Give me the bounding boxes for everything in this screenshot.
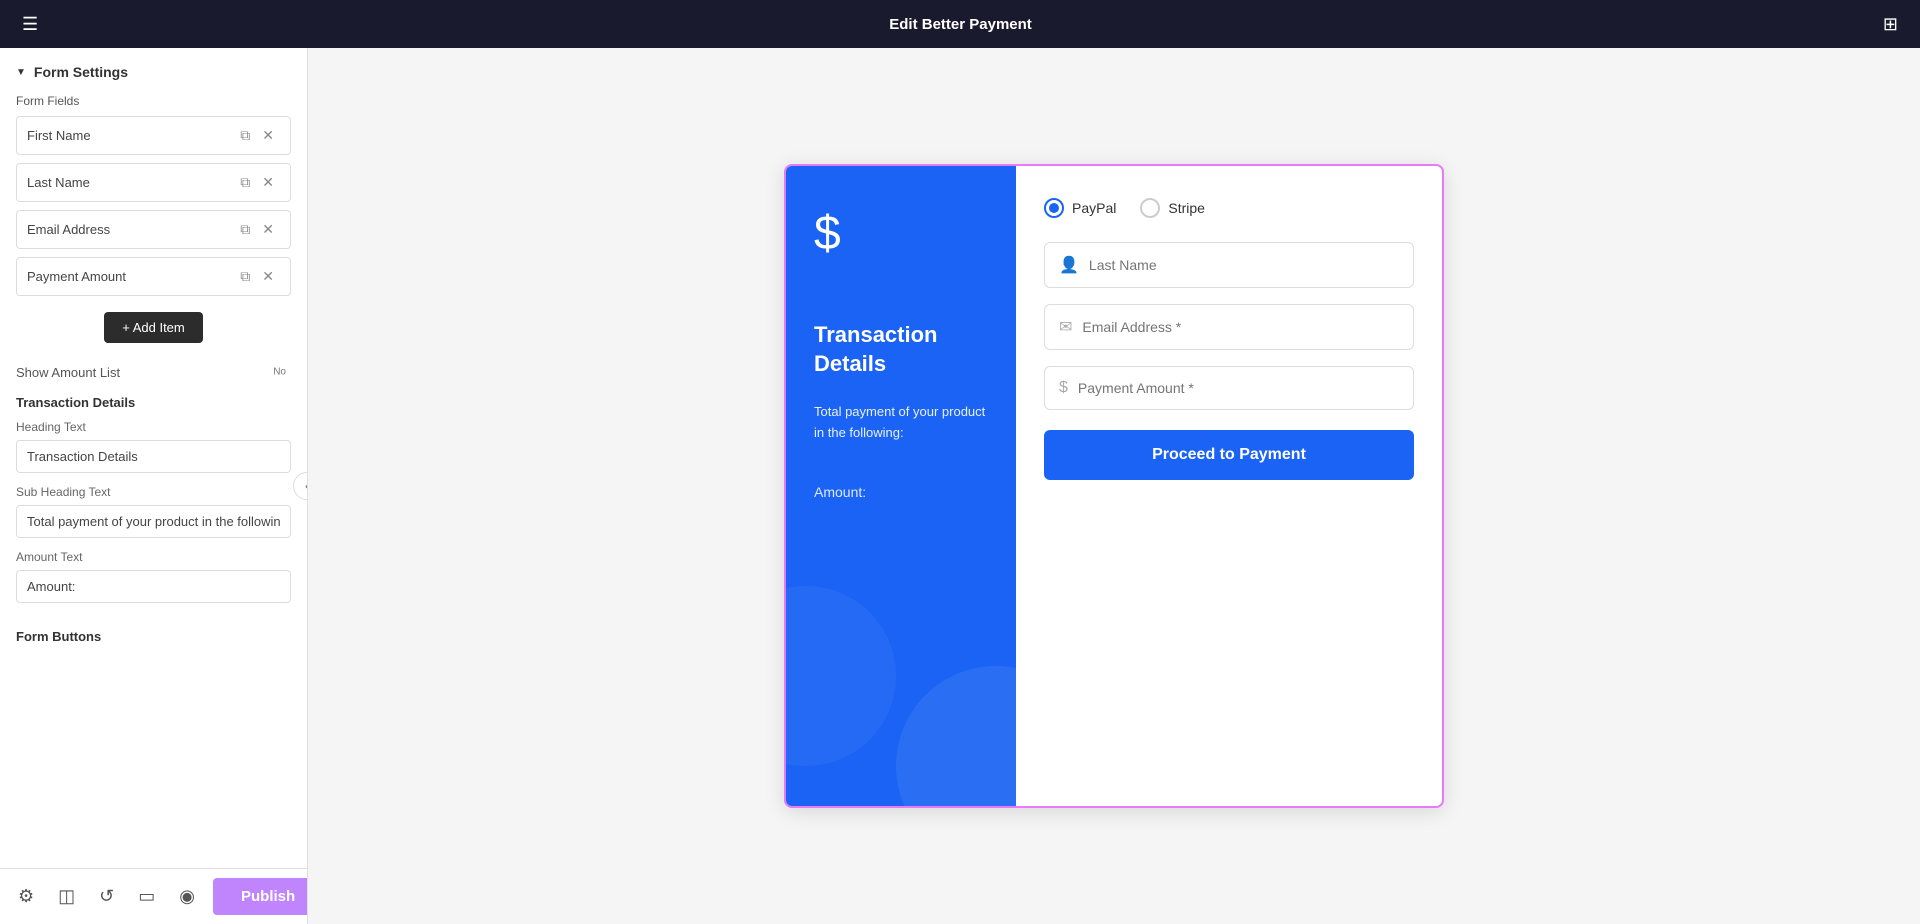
payment-methods: PayPal Stripe <box>1044 198 1414 218</box>
preview-area: $ Transaction Details Total payment of y… <box>308 48 1920 924</box>
sub-heading-text-input[interactable] <box>16 505 291 538</box>
heading-text-input[interactable] <box>16 440 291 473</box>
bottom-bar: ⚙ ◫ ↺ ▭ ◉ Publish ∧ <box>0 868 307 924</box>
amount-label: Amount: <box>814 484 988 500</box>
dollar-icon: $ <box>814 206 988 261</box>
menu-icon[interactable]: ☰ <box>16 8 44 41</box>
form-settings-section: ▼ Form Settings <box>16 64 291 80</box>
stripe-label: Stripe <box>1168 200 1205 216</box>
copy-field-btn[interactable]: ⧉ <box>234 172 256 193</box>
sub-heading-text-label: Sub Heading Text <box>16 485 291 499</box>
field-name: Email Address <box>27 222 234 237</box>
toggle-no-label: No <box>273 367 286 378</box>
field-row: Payment Amount ⧉ ✕ <box>16 257 291 296</box>
payment-card: $ Transaction Details Total payment of y… <box>784 164 1444 808</box>
remove-field-btn[interactable]: ✕ <box>256 125 280 146</box>
email-address-input[interactable] <box>1082 319 1399 335</box>
mail-icon: ✉ <box>1059 317 1072 337</box>
field-name: Payment Amount <box>27 269 234 284</box>
transaction-details-title: Transaction Details <box>16 395 291 410</box>
field-row: Email Address ⧉ ✕ <box>16 210 291 249</box>
amount-text-input[interactable] <box>16 570 291 603</box>
payment-amount-field: $ <box>1044 366 1414 410</box>
settings-icon[interactable]: ⚙ <box>12 880 40 913</box>
field-row: First Name ⧉ ✕ <box>16 116 291 155</box>
paypal-option[interactable]: PayPal <box>1044 198 1116 218</box>
remove-field-btn[interactable]: ✕ <box>256 266 280 287</box>
add-item-button[interactable]: + Add Item <box>104 312 203 343</box>
amount-text-label: Amount Text <box>16 550 291 564</box>
section-arrow: ▼ <box>16 67 26 78</box>
field-row: Last Name ⧉ ✕ <box>16 163 291 202</box>
show-amount-toggle-row: Show Amount List No <box>16 363 291 381</box>
last-name-input[interactable] <box>1089 257 1399 273</box>
card-left-panel: $ Transaction Details Total payment of y… <box>786 166 1016 806</box>
topbar: ☰ Edit Better Payment ⊞ <box>0 0 1920 48</box>
form-settings-label: Form Settings <box>34 64 128 80</box>
form-fields-label: Form Fields <box>16 94 291 108</box>
left-panel: ▼ Form Settings Form Fields First Name ⧉… <box>0 48 308 924</box>
user-icon: 👤 <box>1059 255 1079 275</box>
remove-field-btn[interactable]: ✕ <box>256 172 280 193</box>
last-name-field: 👤 <box>1044 242 1414 288</box>
paypal-radio[interactable] <box>1044 198 1064 218</box>
payment-amount-input[interactable] <box>1078 380 1399 396</box>
stripe-radio[interactable] <box>1140 198 1160 218</box>
email-address-field: ✉ <box>1044 304 1414 350</box>
proceed-to-payment-button[interactable]: Proceed to Payment <box>1044 430 1414 480</box>
remove-field-btn[interactable]: ✕ <box>256 219 280 240</box>
history-icon[interactable]: ↺ <box>93 880 120 913</box>
show-amount-label: Show Amount List <box>16 365 120 380</box>
grid-icon[interactable]: ⊞ <box>1877 8 1904 41</box>
dollar-field-icon: $ <box>1059 379 1068 397</box>
copy-field-btn[interactable]: ⧉ <box>234 125 256 146</box>
field-name: Last Name <box>27 175 234 190</box>
paypal-label: PayPal <box>1072 200 1116 216</box>
page-title: Edit Better Payment <box>60 16 1861 33</box>
publish-button[interactable]: Publish <box>213 878 308 915</box>
heading-text-label: Heading Text <box>16 420 291 434</box>
panel-scroll: ▼ Form Settings Form Fields First Name ⧉… <box>0 48 307 868</box>
card-right-panel: PayPal Stripe 👤 ✉ <box>1016 166 1442 806</box>
device-icon[interactable]: ▭ <box>132 880 161 913</box>
stripe-option[interactable]: Stripe <box>1140 198 1205 218</box>
form-buttons-title: Form Buttons <box>16 629 291 644</box>
transaction-description: Total payment of your product in the fol… <box>814 402 988 444</box>
eye-icon[interactable]: ◉ <box>173 880 201 913</box>
copy-field-btn[interactable]: ⧉ <box>234 266 256 287</box>
copy-field-btn[interactable]: ⧉ <box>234 219 256 240</box>
transaction-details-heading: Transaction Details <box>814 321 988 378</box>
field-name: First Name <box>27 128 234 143</box>
layers-icon[interactable]: ◫ <box>52 880 81 913</box>
main-layout: ▼ Form Settings Form Fields First Name ⧉… <box>0 48 1920 924</box>
